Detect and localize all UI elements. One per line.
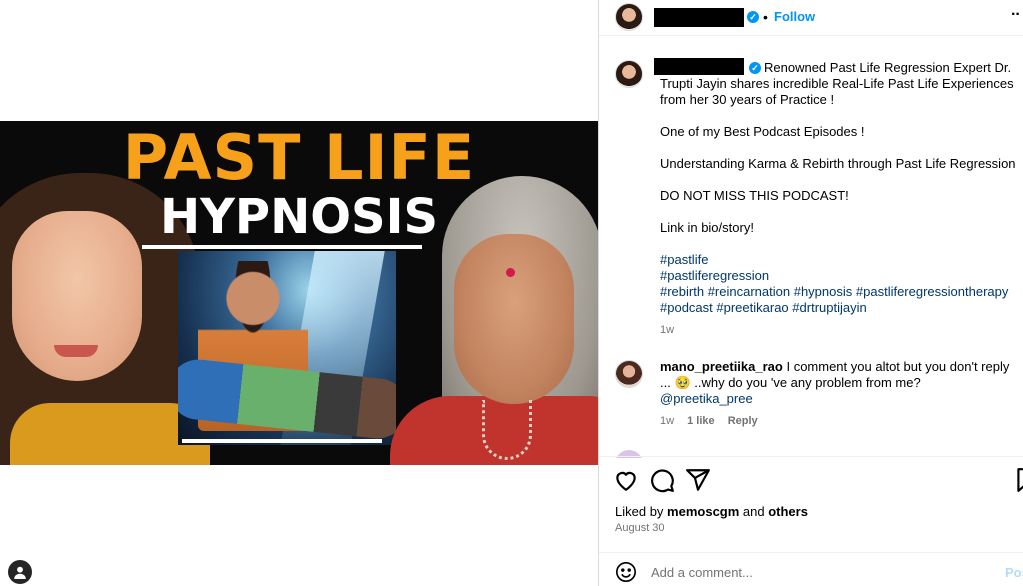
caption-paragraph: Renowned Past Life Regression Expert Dr.… (660, 60, 1014, 107)
post-video-thumbnail[interactable]: PAST LIFE HYPNOSIS (0, 121, 598, 465)
media-pane: PAST LIFE HYPNOSIS (0, 0, 598, 586)
post-date[interactable]: August 30 (615, 522, 665, 534)
comment-meta: 1w 1 like Reply (660, 415, 768, 427)
share-icon[interactable] (685, 467, 711, 493)
author-username-redacted[interactable] (654, 8, 744, 27)
comment-icon[interactable] (649, 467, 675, 493)
comment-timestamp[interactable]: 1w (660, 415, 674, 427)
thumbnail-title: PAST LIFE (122, 121, 476, 194)
tagged-user-icon[interactable] (8, 560, 32, 584)
caption-paragraph: DO NOT MISS THIS PODCAST! (660, 188, 849, 203)
bookmark-icon[interactable] (1013, 467, 1023, 493)
comment-input[interactable] (651, 561, 971, 583)
caption-timestamp[interactable]: 1w (660, 322, 1020, 338)
comment-emoji: 🥹 (674, 375, 691, 390)
caption-paragraph: Link in bio/story! (660, 220, 754, 235)
comment-username[interactable]: mano_preetiika_rao (660, 359, 783, 374)
likes-summary: Liked by memoscgm and others (615, 504, 808, 519)
heart-icon[interactable] (613, 467, 639, 493)
hashtag-link[interactable]: #reincarnation (708, 284, 790, 299)
hashtag-link[interactable]: #pastliferegressiontherapy (856, 284, 1008, 299)
emoji-icon[interactable] (615, 561, 637, 583)
caption-hashtags: #pastlife #pastliferegression #rebirth #… (660, 252, 1020, 316)
thumbnail-hypnosis-scene (178, 251, 396, 445)
comment-reply-button[interactable]: Reply (728, 415, 758, 427)
commenter-avatar[interactable] (615, 360, 643, 388)
caption-paragraph: One of my Best Podcast Episodes ! (660, 124, 865, 139)
add-comment-bar: Post (599, 552, 1023, 586)
hashtag-link[interactable]: #hypnosis (794, 284, 853, 299)
comment-item: mano_preetiika_rao I comment you altot b… (660, 359, 1020, 407)
post-header: ✓ • Follow ·· (599, 0, 1023, 36)
hashtag-link[interactable]: #pastlife (660, 252, 708, 267)
post-comment-button[interactable]: Post (1005, 565, 1023, 580)
hashtag-link[interactable]: #drtruptijayin (792, 300, 866, 315)
verified-badge-icon: ✓ (747, 11, 759, 23)
caption-paragraph: Understanding Karma & Rebirth through Pa… (660, 156, 1016, 171)
thumbnail-subtitle: HYPNOSIS (159, 189, 439, 245)
hashtag-link[interactable]: #preetikarao (716, 300, 788, 315)
follow-button[interactable]: Follow (774, 9, 815, 24)
comment-likes-count[interactable]: 1 like (687, 415, 715, 427)
separator-dot: • (763, 9, 768, 25)
likes-others-link[interactable]: others (768, 504, 808, 519)
liked-by-user-link[interactable]: memoscgm (667, 504, 739, 519)
caption-author-avatar[interactable] (615, 60, 643, 88)
comment-text: ..why do you 've any problem from me? (690, 375, 921, 390)
thumbnail-divider (142, 245, 422, 249)
author-avatar[interactable] (615, 3, 643, 31)
hashtag-link[interactable]: #pastliferegression (660, 268, 769, 283)
hashtag-link[interactable]: #podcast (660, 300, 713, 315)
post-details-panel: ✓ • Follow ·· ✓ Renowned Past Life Regre… (598, 0, 1023, 586)
post-actions-bar (599, 456, 1023, 502)
post-caption: Renowned Past Life Regression Expert Dr.… (660, 60, 1020, 338)
more-options-icon[interactable]: ·· (1011, 6, 1021, 24)
comment-mention-link[interactable]: @preetika_pree (660, 391, 753, 406)
thumbnail-bottom-divider (182, 439, 382, 443)
hashtag-link[interactable]: #rebirth (660, 284, 704, 299)
